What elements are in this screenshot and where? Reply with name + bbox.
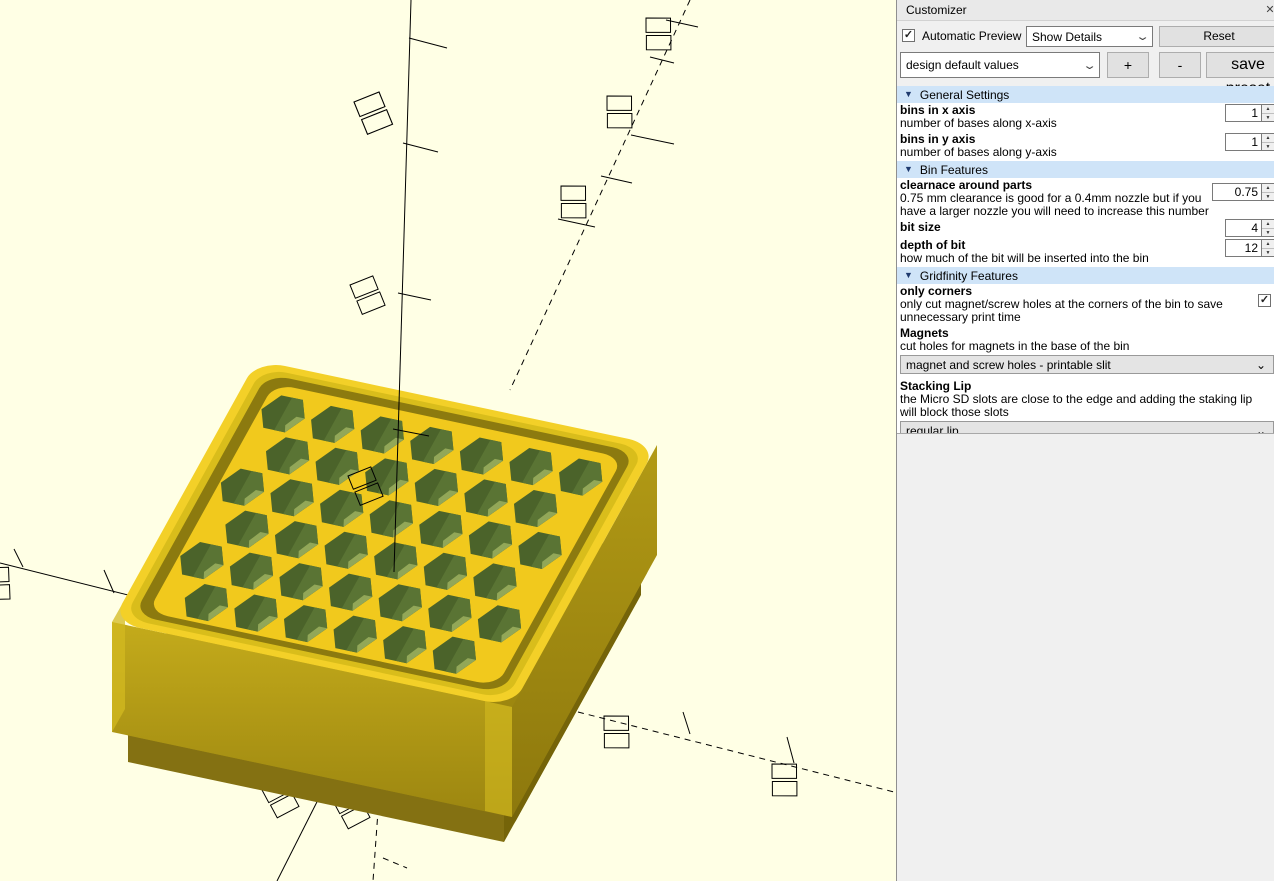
spin-up-icon[interactable]: ▲ [1262, 184, 1274, 193]
automatic-preview-checkbox[interactable]: ✓ [902, 29, 915, 42]
bit-size-spinbox[interactable]: 4 ▲ ▼ [1225, 219, 1274, 237]
param-desc: the Micro SD slots are close to the edge… [900, 392, 1253, 419]
remove-preset-button[interactable]: - [1159, 52, 1201, 78]
param-clearance: clearnace around parts 0.75 mm clearance… [897, 178, 1274, 220]
param-desc: cut holes for magnets in the base of the… [900, 339, 1130, 353]
param-bins-x: bins in x axis number of bases along x-a… [897, 103, 1274, 132]
param-only-corners: only corners only cut magnet/screw holes… [897, 284, 1274, 326]
spin-up-icon[interactable]: ▲ [1262, 220, 1274, 229]
bins-y-spinbox[interactable]: 1 ▲ ▼ [1225, 133, 1274, 151]
collapse-triangle-icon: ▼ [904, 270, 913, 280]
spin-up-icon[interactable]: ▲ [1262, 134, 1274, 143]
preview-toolbar: ✓ Automatic Preview Show Details ⌄ Reset [897, 26, 1274, 47]
section-header-general-settings[interactable]: ▼ General Settings [897, 86, 1274, 103]
section-header-gridfinity-features[interactable]: ▼ Gridfinity Features [897, 267, 1274, 284]
magnets-select[interactable]: magnet and screw holes - printable slit … [900, 355, 1274, 374]
customizer-panel: Customizer ✕ ✓ Automatic Preview Show De… [896, 0, 1274, 881]
spin-value[interactable]: 4 [1225, 219, 1262, 237]
stacking-lip-select[interactable]: regular lip ⌄ [900, 421, 1274, 434]
close-icon[interactable]: ✕ [1262, 2, 1274, 18]
param-desc: number of bases along y-axis [900, 145, 1057, 159]
spin-value[interactable]: 0.75 [1212, 183, 1262, 201]
detail-level-select[interactable]: Show Details ⌄ [1026, 26, 1153, 47]
save-preset-button[interactable]: save preset [1206, 52, 1274, 97]
bins-x-spinbox[interactable]: 1 ▲ ▼ [1225, 104, 1274, 122]
section-title: Bin Features [919, 162, 988, 177]
stacking-lip-value: regular lip [906, 423, 959, 434]
spin-value[interactable]: 1 [1225, 104, 1262, 122]
preset-value: design default values [906, 58, 1019, 72]
automatic-preview-label: Automatic Preview [922, 29, 1022, 43]
spin-buttons[interactable]: ▲ ▼ [1262, 219, 1274, 237]
collapse-triangle-icon: ▼ [904, 164, 913, 174]
spin-down-icon[interactable]: ▼ [1262, 114, 1274, 122]
param-name: bit size [900, 220, 941, 234]
spin-buttons[interactable]: ▲ ▼ [1262, 239, 1274, 257]
section-title: Gridfinity Features [919, 268, 1018, 283]
clearance-spinbox[interactable]: 0.75 ▲ ▼ [1212, 183, 1274, 201]
spin-up-icon[interactable]: ▲ [1262, 105, 1274, 114]
spin-buttons[interactable]: ▲ ▼ [1262, 183, 1274, 201]
section-title: General Settings [919, 87, 1010, 102]
chevron-down-icon: ⌄ [1082, 59, 1097, 72]
spin-down-icon[interactable]: ▼ [1262, 193, 1274, 201]
magnets-value: magnet and screw holes - printable slit [906, 357, 1111, 372]
spin-down-icon[interactable]: ▼ [1262, 249, 1274, 257]
spin-value[interactable]: 1 [1225, 133, 1262, 151]
collapse-triangle-icon: ▼ [904, 89, 913, 99]
chevron-down-icon: ⌄ [1255, 357, 1266, 372]
only-corners-checkbox[interactable]: ✓ [1258, 294, 1271, 307]
param-desc: number of bases along x-axis [900, 116, 1057, 130]
param-desc: how much of the bit will be inserted int… [900, 251, 1149, 265]
customizer-titlebar: Customizer ✕ [897, 0, 1274, 21]
viewport-canvas[interactable] [0, 0, 896, 881]
param-stacking-lip: Stacking Lip the Micro SD slots are clos… [897, 379, 1274, 434]
parameter-area: ▼ General Settings bins in x axis number… [897, 86, 1274, 434]
chevron-down-icon: ⌄ [1135, 31, 1150, 43]
preset-toolbar: design default values ⌄ + - save preset [897, 52, 1274, 97]
detail-level-value: Show Details [1032, 29, 1103, 44]
reset-button[interactable]: Reset [1159, 26, 1274, 47]
param-bins-y: bins in y axis number of bases along y-a… [897, 132, 1274, 161]
customizer-title: Customizer [906, 3, 967, 17]
chevron-down-icon: ⌄ [1255, 423, 1266, 434]
param-magnets: Magnets cut holes for magnets in the bas… [897, 326, 1274, 379]
spin-down-icon[interactable]: ▼ [1262, 143, 1274, 151]
param-bit-depth: depth of bit how much of the bit will be… [897, 238, 1274, 267]
spin-down-icon[interactable]: ▼ [1262, 229, 1274, 237]
spin-buttons[interactable]: ▲ ▼ [1262, 104, 1274, 122]
spin-value[interactable]: 12 [1225, 239, 1262, 257]
3d-viewport[interactable] [0, 0, 896, 881]
param-desc: 0.75 mm clearance is good for a 0.4mm no… [900, 191, 1209, 218]
spin-up-icon[interactable]: ▲ [1262, 240, 1274, 249]
spin-buttons[interactable]: ▲ ▼ [1262, 133, 1274, 151]
preset-select[interactable]: design default values ⌄ [900, 52, 1100, 78]
param-desc: only cut magnet/screw holes at the corne… [900, 297, 1223, 324]
section-header-bin-features[interactable]: ▼ Bin Features [897, 161, 1274, 178]
bit-depth-spinbox[interactable]: 12 ▲ ▼ [1225, 239, 1274, 257]
param-bit-size: bit size 4 ▲ ▼ [897, 219, 1274, 238]
add-preset-button[interactable]: + [1107, 52, 1149, 78]
